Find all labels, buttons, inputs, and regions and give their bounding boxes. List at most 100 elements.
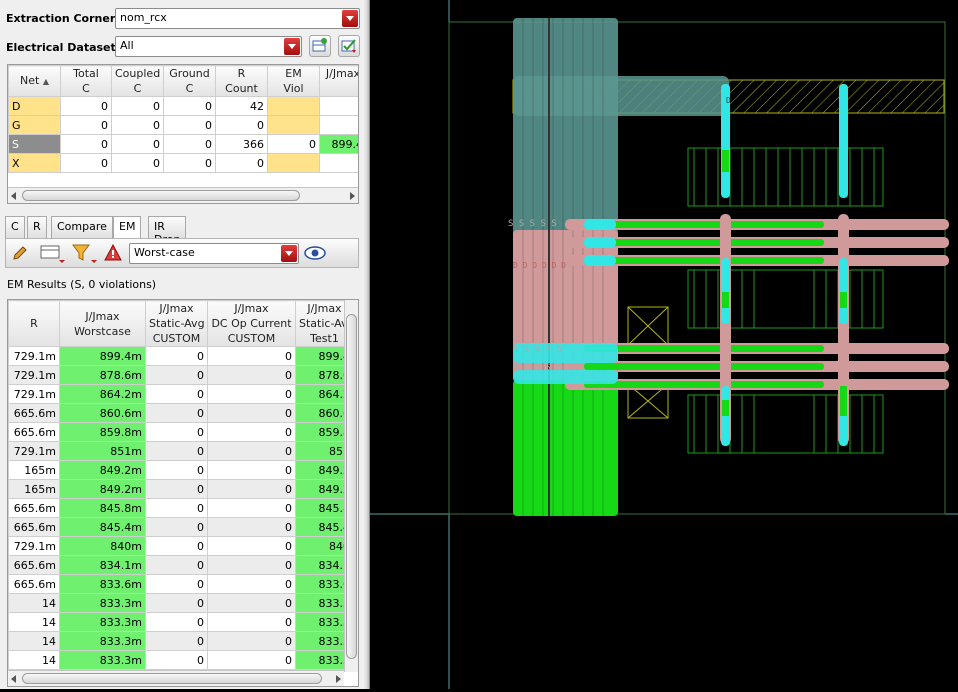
cell: 0 <box>215 115 268 135</box>
panel-splitter[interactable] <box>363 0 370 689</box>
table-row[interactable]: 729.1m 899.4m 0 0 899.4 <box>8 346 354 366</box>
net-table-hscrollbar[interactable] <box>8 187 358 203</box>
table-row[interactable]: 729.1m 878.6m 0 0 878.6 <box>8 365 354 385</box>
table-row[interactable]: 14 833.3m 0 0 833.3 <box>8 593 354 613</box>
tab-c[interactable]: C <box>5 216 25 238</box>
cell-jjmax-worstcase: 845.4m <box>59 517 146 537</box>
cell-jjmax-worstcase: 833.6m <box>59 574 146 594</box>
pin-label-d: D <box>726 96 731 105</box>
warning-icon[interactable] <box>104 243 122 265</box>
chevron-down-icon[interactable] <box>281 245 297 262</box>
table-row[interactable]: D 0 0 0 42 <box>8 96 358 116</box>
cell-r-value: 165m <box>8 460 60 480</box>
table-row[interactable]: 665.6m 833.6m 0 0 833.6 <box>8 574 354 594</box>
cell-jjmax-static-avg-custom: 0 <box>145 517 208 537</box>
em-table-hscrollbar[interactable] <box>8 670 344 686</box>
dataset-apply-button[interactable] <box>338 35 360 57</box>
table-row-selected[interactable]: S 0 0 0 366 0 899.4 <box>8 134 358 154</box>
column-header-jjmax[interactable]: J/Jmax <box>319 65 358 97</box>
pin-labels-mid: S S S S S <box>513 345 562 355</box>
filter-icon[interactable] <box>72 244 98 267</box>
tab-r[interactable]: R <box>27 216 47 238</box>
cell: 0 <box>111 153 164 173</box>
cell: 0 <box>111 96 164 116</box>
em-table-vscrollbar[interactable] <box>344 300 358 672</box>
electrical-dataset-combo[interactable]: All <box>115 36 302 57</box>
table-row[interactable]: 665.6m 860.6m 0 0 860.6 <box>8 403 354 423</box>
cell <box>319 153 358 173</box>
cell-jjmax-worstcase: 849.2m <box>59 479 146 499</box>
cell <box>267 115 320 135</box>
table-row[interactable]: 665.6m 845.4m 0 0 845.4 <box>8 517 354 537</box>
table-row[interactable]: 14 833.3m 0 0 833.3 <box>8 650 354 670</box>
table-row[interactable]: G 0 0 0 0 <box>8 115 358 135</box>
cell-jjmax-dc-op-custom: 0 <box>207 517 296 537</box>
scroll-thumb[interactable] <box>346 314 357 659</box>
scroll-left-icon[interactable] <box>11 675 16 683</box>
column-header-ground-c[interactable]: Ground C <box>163 65 216 97</box>
chevron-down-icon[interactable] <box>342 10 358 27</box>
em-mode-value: Worst-case <box>134 246 195 259</box>
table-row[interactable]: 14 833.3m 0 0 833.3 <box>8 612 354 632</box>
cell-jjmax-dc-op-custom: 0 <box>207 498 296 518</box>
table-row[interactable]: 729.1m 864.2m 0 0 864.2 <box>8 384 354 404</box>
scroll-right-icon[interactable] <box>350 192 355 200</box>
net-name: G <box>8 115 61 135</box>
table-row[interactable]: 165m 849.2m 0 0 849.2 <box>8 479 354 499</box>
extraction-corner-combo[interactable]: nom_rcx <box>115 8 360 29</box>
table-columns-icon[interactable] <box>40 244 66 267</box>
scroll-left-icon[interactable] <box>11 192 16 200</box>
net-name: X <box>8 153 61 173</box>
cell: 0 <box>60 153 112 173</box>
layout-view[interactable]: S S S S S D D D D D D S S S S S S S S S … <box>370 0 958 689</box>
cell-jjmax-static-avg-custom: 0 <box>145 384 208 404</box>
cell-jjmax-dc-op-custom: 0 <box>207 536 296 556</box>
table-row[interactable]: X 0 0 0 0 <box>8 153 358 173</box>
cell: 0 <box>163 134 216 154</box>
layout-canvas[interactable]: S S S S S D D D D D D S S S S S S S S S … <box>370 0 958 689</box>
em-mode-combo[interactable]: Worst-case <box>129 243 299 264</box>
chevron-down-icon[interactable] <box>284 38 300 55</box>
cell-r-value: 665.6m <box>8 498 60 518</box>
tab-em[interactable]: EM <box>113 216 142 239</box>
cell-jjmax-dc-op-custom: 0 <box>207 479 296 499</box>
cell-jjmax-dc-op-custom: 0 <box>207 422 296 442</box>
table-row[interactable]: 665.6m 859.8m 0 0 859.8 <box>8 422 354 442</box>
cell-jjmax-static-avg-custom: 0 <box>145 422 208 442</box>
cell <box>319 96 358 116</box>
eye-icon[interactable] <box>304 245 326 264</box>
metal-source-bus-green <box>513 380 618 516</box>
tab-compare[interactable]: Compare <box>51 216 113 238</box>
table-row[interactable]: 14 833.3m 0 0 833.3 <box>8 631 354 651</box>
table-row[interactable]: 729.1m 840m 0 0 840 <box>8 536 354 556</box>
table-row[interactable]: 665.6m 845.8m 0 0 845.8 <box>8 498 354 518</box>
column-header-jjmax-worstcase[interactable]: J/Jmax Worstcase <box>59 300 146 347</box>
cell-jjmax-dc-op-custom: 0 <box>207 650 296 670</box>
column-header-net[interactable]: Net ▲ <box>8 65 61 97</box>
scroll-thumb[interactable] <box>22 190 300 201</box>
tab-ir-drop[interactable]: IR Drop <box>148 216 187 246</box>
scroll-thumb[interactable] <box>22 673 322 684</box>
column-header-jjmax-dc-op-custom[interactable]: J/Jmax DC Op Current CUSTOM <box>207 300 296 347</box>
table-row[interactable]: 729.1m 851m 0 0 851 <box>8 441 354 461</box>
column-header-coupled-c[interactable]: Coupled C <box>111 65 164 97</box>
table-row[interactable]: 165m 849.2m 0 0 849.2 <box>8 460 354 480</box>
scroll-right-icon[interactable] <box>336 675 341 683</box>
cell-jjmax-dc-op-custom: 0 <box>207 631 296 651</box>
cell: 899.4 <box>319 134 358 154</box>
cell-jjmax-worstcase: 833.3m <box>59 612 146 632</box>
cell-jjmax-worstcase: 878.6m <box>59 365 146 385</box>
table-row[interactable]: 665.6m 834.1m 0 0 834.1 <box>8 555 354 575</box>
electrical-dataset-value: All <box>120 39 134 52</box>
column-header-r[interactable]: R <box>8 300 60 347</box>
column-header-jjmax-static-avg-custom[interactable]: J/Jmax Static-Avg CUSTOM <box>145 300 208 347</box>
column-header-em-viol[interactable]: EM Viol <box>267 65 320 97</box>
cell-jjmax-worstcase: 834.1m <box>59 555 146 575</box>
cell-jjmax-worstcase: 833.3m <box>59 650 146 670</box>
column-header-r-count[interactable]: R Count <box>215 65 268 97</box>
column-header-total-c[interactable]: Total C <box>60 65 112 97</box>
dataset-settings-button[interactable] <box>309 35 331 57</box>
sort-asc-icon: ▲ <box>42 77 49 86</box>
cell-jjmax-static-avg-custom: 0 <box>145 479 208 499</box>
pencil-icon[interactable] <box>12 245 28 264</box>
